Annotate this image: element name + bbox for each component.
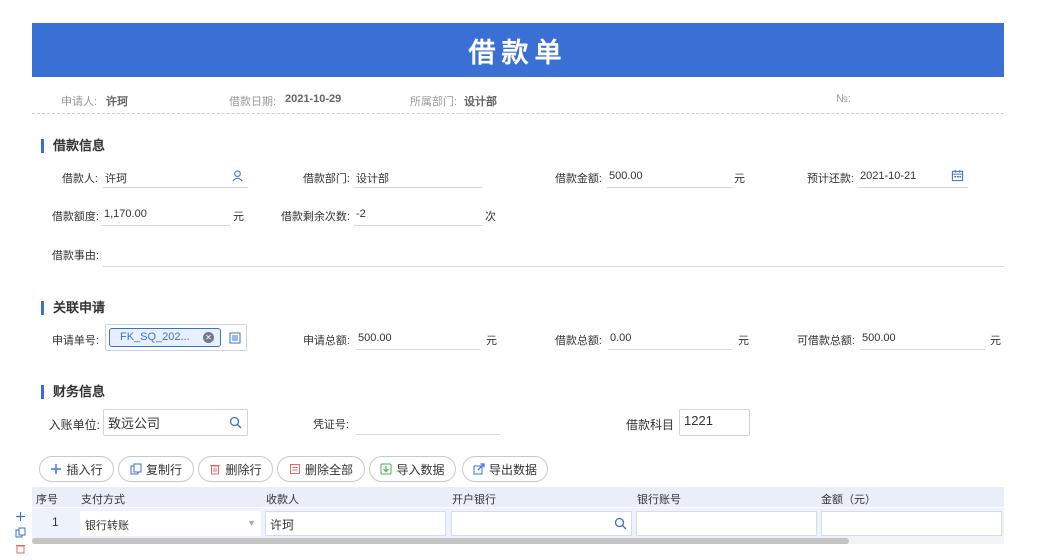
loan-subject-label: 借款科目 [625,418,674,432]
col-bank: 开户银行 [452,494,496,506]
import-data-button[interactable]: 导入数据 [369,456,456,482]
dept-label: 所属部门: [410,96,458,108]
bank-input[interactable] [451,511,632,536]
applicant-label: 申请人: [61,96,98,108]
chevron-down-icon: ▼ [247,518,256,528]
col-index: 序号 [36,494,58,506]
loan-reason-label: 借款事由: [51,250,99,262]
dept-value: 设计部 [464,96,497,108]
insert-row-button[interactable]: 插入行 [39,456,114,482]
scrollbar-thumb[interactable] [32,538,849,544]
loan-dept-label: 借款部门: [302,173,350,185]
remaining-times-label: 借款剩余次数: [280,211,350,223]
account-unit-field[interactable]: 致远公司 [103,409,248,436]
col-payment-method: 支付方式 [81,494,125,506]
delete-row-label: 删除行 [225,462,262,477]
col-account: 银行账号 [637,494,681,506]
amount-input[interactable] [821,511,1002,536]
import-data-label: 导入数据 [396,462,445,477]
account-unit-label: 入账单位: [48,418,100,432]
search-icon[interactable] [614,517,627,530]
application-no-label: 申请单号: [51,335,99,347]
loan-dept-field[interactable]: 设计部 [354,165,482,188]
table-row: 1 银行转账 ▼ 许珂 [32,508,1004,538]
repay-date-value: 2021-10-21 [860,170,917,182]
delete-all-label: 删除全部 [304,462,353,477]
available-total-label: 可借款总额: [796,335,855,347]
apply-total-label: 申请总额: [302,335,350,347]
trash-icon [210,465,221,475]
borrower-value: 许珂 [105,173,127,185]
loan-section-title: 借款信息 [41,139,105,153]
borrower-field[interactable]: 许珂 [103,165,248,188]
payment-method-value: 银行转账 [85,520,129,532]
loan-total-field[interactable]: 0.00 [608,327,732,350]
account-unit-value: 致远公司 [108,416,161,431]
voucher-label: 凭证号: [312,419,349,431]
applicant-value: 许珂 [106,96,128,108]
horizontal-scrollbar[interactable] [32,538,1004,544]
remaining-times-field[interactable]: -2 [354,203,482,226]
voucher-field[interactable] [356,412,500,435]
payee-input[interactable]: 许珂 [265,511,446,536]
copy-icon[interactable] [15,527,26,538]
related-section-title: 关联申请 [41,301,105,315]
insert-row-label: 插入行 [66,462,103,477]
export-data-button[interactable]: 导出数据 [462,456,548,482]
col-payee: 收款人 [266,494,299,506]
copy-icon [130,463,142,475]
user-icon[interactable] [231,169,244,182]
available-total-unit: 元 [990,335,1001,347]
application-no-tag-text: FK_SQ_202... [120,331,190,343]
delete-row-button[interactable]: 删除行 [198,456,273,482]
loan-limit-field[interactable]: 1,170.00 [102,203,230,226]
loan-total-unit: 元 [738,335,749,347]
plus-icon[interactable] [15,511,26,522]
form-title: 借款单 [468,37,568,68]
remaining-times-unit: 次 [485,211,496,223]
account-input[interactable] [636,511,817,536]
payment-method-select[interactable]: 银行转账 ▼ [80,511,261,536]
copy-row-button[interactable]: 复制行 [118,456,194,482]
loan-limit-label: 借款额度: [51,211,99,223]
loan-reason-field[interactable] [103,244,1004,267]
col-amount: 金额（元） [821,494,876,506]
loan-subject-field[interactable]: 1221 [679,409,750,436]
application-no-field[interactable]: FK_SQ_202... ✕ [105,324,247,351]
loan-total-label: 借款总额: [554,335,602,347]
search-icon[interactable] [229,416,242,429]
table-header: 序号 支付方式 收款人 开户银行 银行账号 金额（元） [32,487,1004,507]
loan-amount-field[interactable]: 500.00 [607,165,733,188]
export-icon [473,463,485,475]
available-total-field[interactable]: 500.00 [860,327,986,350]
application-no-tag[interactable]: FK_SQ_202... ✕ [109,328,221,347]
delete-all-icon [289,464,300,474]
date-label: 借款日期: [229,96,277,108]
calendar-icon[interactable] [951,169,964,182]
loan-limit-unit: 元 [233,211,244,223]
repay-date-field[interactable]: 2021-10-21 [858,165,968,188]
delete-all-button[interactable]: 删除全部 [277,456,365,482]
trash-icon[interactable] [15,543,26,554]
import-icon [380,463,392,475]
repay-label: 预计还款: [806,173,854,185]
row-index: 1 [52,515,59,529]
apply-total-field[interactable]: 500.00 [356,327,480,350]
plus-icon [51,464,62,474]
serial-no-label: №: [836,93,851,105]
list-select-icon[interactable] [229,332,241,344]
loan-amount-unit: 元 [734,173,745,185]
form-title-banner: 借款单 [32,23,1004,77]
copy-row-label: 复制行 [145,462,182,477]
date-value: 2021-10-29 [285,93,342,105]
loan-amount-label: 借款金额: [554,173,602,185]
borrower-label: 借款人: [61,173,98,185]
apply-total-unit: 元 [486,335,497,347]
export-data-label: 导出数据 [488,462,537,477]
close-icon[interactable]: ✕ [203,332,214,343]
finance-section-title: 财务信息 [41,385,105,399]
form-meta-row: 申请人: 许珂 借款日期: 2021-10-29 所属部门: 设计部 №: [32,89,1004,114]
